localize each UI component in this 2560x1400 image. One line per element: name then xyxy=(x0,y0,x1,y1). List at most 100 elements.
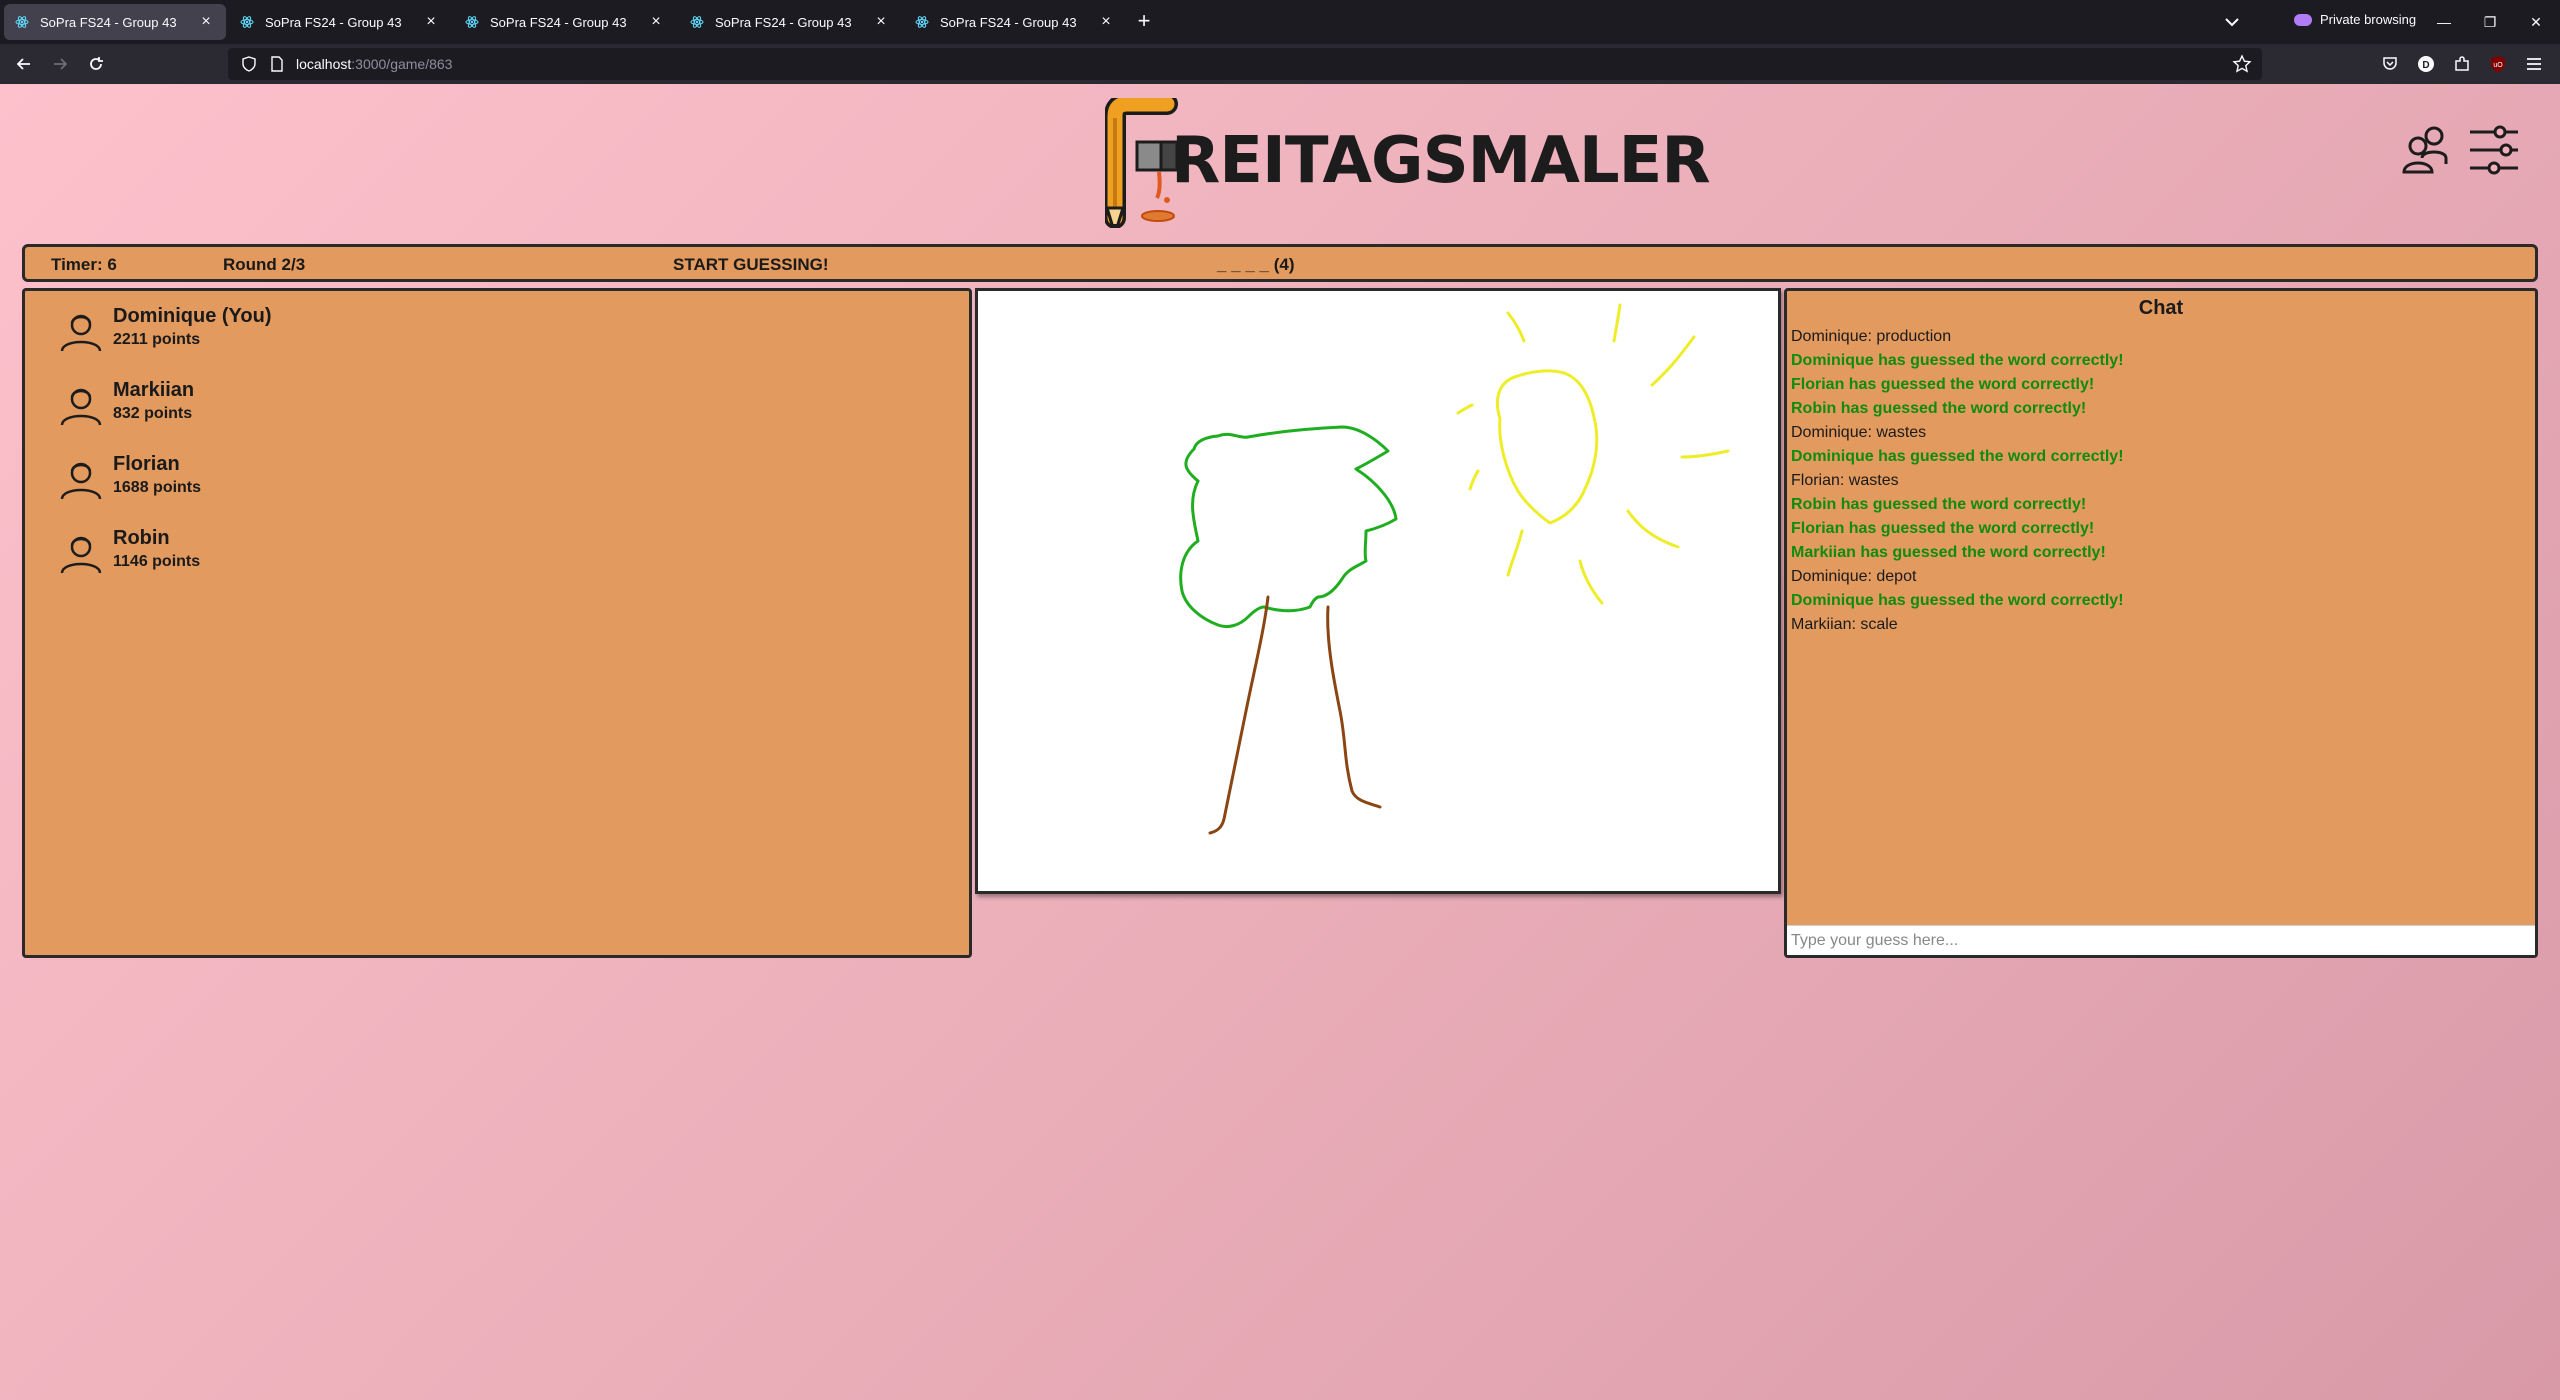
minimize-button[interactable]: — xyxy=(2432,10,2456,34)
close-icon[interactable]: × xyxy=(196,12,216,32)
chat-message: Dominique has guessed the word correctly… xyxy=(1791,448,2124,465)
timer: Timer: 6 xyxy=(51,255,117,274)
chat-message: Florian has guessed the word correctly! xyxy=(1791,376,2095,393)
game-page: REITAGSMALER Timer: 6 Round 2/3 START GU… xyxy=(0,84,2560,1400)
freitagsmaler-logo: REITAGSMALER xyxy=(1105,98,1711,228)
user-avatar-icon xyxy=(60,462,102,500)
account-icon[interactable]: D xyxy=(2414,52,2438,76)
tree-trunk-stroke xyxy=(1208,595,1270,835)
shield-icon[interactable] xyxy=(240,55,258,73)
sun-ray-stroke xyxy=(1578,559,1604,605)
react-icon xyxy=(914,14,930,30)
player-list: Dominique (You) 2211 points Markiian 832 p… xyxy=(22,288,972,958)
sun-ray-stroke xyxy=(1680,449,1730,459)
tab-title: SoPra FS24 - Group 43 xyxy=(40,14,177,30)
browser-tab-bar: SoPra FS24 - Group 43 × SoPra FS24 - Gro… xyxy=(0,0,2560,44)
reload-icon[interactable] xyxy=(84,52,108,76)
restore-button[interactable]: ❐ xyxy=(2478,10,2502,34)
player-name: Florian xyxy=(113,453,180,475)
browser-tab-4[interactable]: SoPra FS24 - Group 43 × xyxy=(679,4,901,40)
player-points: 1146 points xyxy=(113,553,201,570)
game-info-bar: Timer: 6 Round 2/3 START GUESSING! _ _ _… xyxy=(22,244,2538,282)
player-name: Robin xyxy=(113,527,170,549)
ublock-icon[interactable]: uO xyxy=(2486,52,2510,76)
tab-title: SoPra FS24 - Group 43 xyxy=(940,14,1077,30)
react-icon xyxy=(464,14,480,30)
player-item: Robin 1146 points xyxy=(59,525,200,575)
url-text: localhost:3000/game/863 xyxy=(296,56,453,72)
round-indicator: Round 2/3 xyxy=(223,255,306,274)
chat-message: Florian has guessed the word correctly! xyxy=(1791,520,2095,537)
react-icon xyxy=(14,14,30,30)
pocket-icon[interactable] xyxy=(2378,52,2402,76)
browser-tab-2[interactable]: SoPra FS24 - Group 43 × xyxy=(229,4,451,40)
tree-trunk-stroke xyxy=(1326,605,1382,809)
svg-text:uO: uO xyxy=(2493,62,2503,69)
browser-tab-5[interactable]: SoPra FS24 - Group 43 × xyxy=(904,4,1126,40)
react-icon xyxy=(689,14,705,30)
sun-ray-stroke xyxy=(1612,303,1622,343)
close-icon[interactable]: × xyxy=(1096,12,1116,32)
sun-ray-stroke xyxy=(1626,509,1680,549)
user-avatar-icon xyxy=(60,388,102,426)
player-name: Markiian xyxy=(113,379,195,401)
drawing xyxy=(1179,303,1730,835)
player-name: Dominique (You) xyxy=(113,305,272,327)
chat-message: Dominique: wastes xyxy=(1791,424,1927,441)
browser-tab-3[interactable]: SoPra FS24 - Group 43 × xyxy=(454,4,676,40)
menu-icon[interactable] xyxy=(2522,52,2546,76)
tab-title: SoPra FS24 - Group 43 xyxy=(265,14,402,30)
chat-message: Markiian has guessed the word correctly! xyxy=(1791,544,2106,561)
bookmark-star-icon[interactable] xyxy=(2232,54,2252,74)
sun-ray-stroke xyxy=(1468,469,1480,491)
svg-text:D: D xyxy=(2422,60,2429,71)
chat-messages: Dominique: production Dominique has gues… xyxy=(1791,325,2531,637)
chevron-down-icon[interactable] xyxy=(2220,10,2244,34)
close-icon[interactable]: × xyxy=(421,12,441,32)
chat-message: Dominique: depot xyxy=(1791,568,1917,585)
tree-leaves-stroke xyxy=(1184,425,1398,613)
new-tab-button[interactable]: + xyxy=(1130,10,1158,34)
browser-tab-1[interactable]: SoPra FS24 - Group 43 × xyxy=(4,4,226,40)
extensions-icon[interactable] xyxy=(2450,52,2474,76)
page-info-icon[interactable] xyxy=(268,55,286,73)
react-icon xyxy=(239,14,255,30)
chat-message: Florian: wastes xyxy=(1791,472,1899,489)
browser-nav-bar: localhost:3000/game/863 D uO xyxy=(0,44,2560,84)
private-browsing-label: Private browsing xyxy=(2320,12,2417,27)
close-icon[interactable]: × xyxy=(871,12,891,32)
chat-message: Dominique has guessed the word correctly… xyxy=(1791,352,2124,369)
game-status: START GUESSING! xyxy=(673,255,829,274)
forward-arrow-icon[interactable] xyxy=(48,52,72,76)
logo-text: REITAGSMALER xyxy=(1171,124,1711,198)
sun-circle-stroke xyxy=(1495,369,1599,525)
settings-sliders-icon[interactable] xyxy=(2466,122,2522,178)
chat-message: Robin has guessed the word correctly! xyxy=(1791,400,2087,417)
private-browsing-indicator: Private browsing xyxy=(2294,12,2416,27)
word-hint: _ _ _ _ (4) xyxy=(1217,255,1295,274)
player-points: 832 points xyxy=(113,405,193,422)
close-icon[interactable]: × xyxy=(646,12,666,32)
player-item: Dominique (You) 2211 points xyxy=(59,303,272,353)
tab-title: SoPra FS24 - Group 43 xyxy=(490,14,627,30)
guess-input[interactable] xyxy=(1787,925,2535,955)
friends-icon[interactable] xyxy=(2400,122,2456,178)
player-points: 2211 points xyxy=(113,331,201,348)
sun-ray-stroke xyxy=(1456,403,1474,415)
back-arrow-icon[interactable] xyxy=(12,52,36,76)
chat-message: Markiian: scale xyxy=(1791,616,1898,633)
drawing-canvas[interactable] xyxy=(975,288,1781,894)
chat-message: Robin has guessed the word correctly! xyxy=(1791,496,2087,513)
url-bar[interactable]: localhost:3000/game/863 xyxy=(228,48,2262,80)
player-item: Markiian 832 points xyxy=(59,377,194,427)
chat-panel: Chat Dominique: production Dominique has… xyxy=(1784,288,2538,958)
player-item: Florian 1688 points xyxy=(59,451,201,501)
chat-message: Dominique has guessed the word correctly… xyxy=(1791,592,2124,609)
user-avatar-icon xyxy=(60,314,102,352)
sun-ray-stroke xyxy=(1650,335,1696,387)
sun-ray-stroke xyxy=(1506,529,1524,577)
close-window-button[interactable]: ✕ xyxy=(2524,10,2548,34)
chat-message: Dominique: production xyxy=(1791,328,1952,345)
player-points: 1688 points xyxy=(113,479,202,496)
tree-leaves-stroke xyxy=(1179,479,1266,629)
